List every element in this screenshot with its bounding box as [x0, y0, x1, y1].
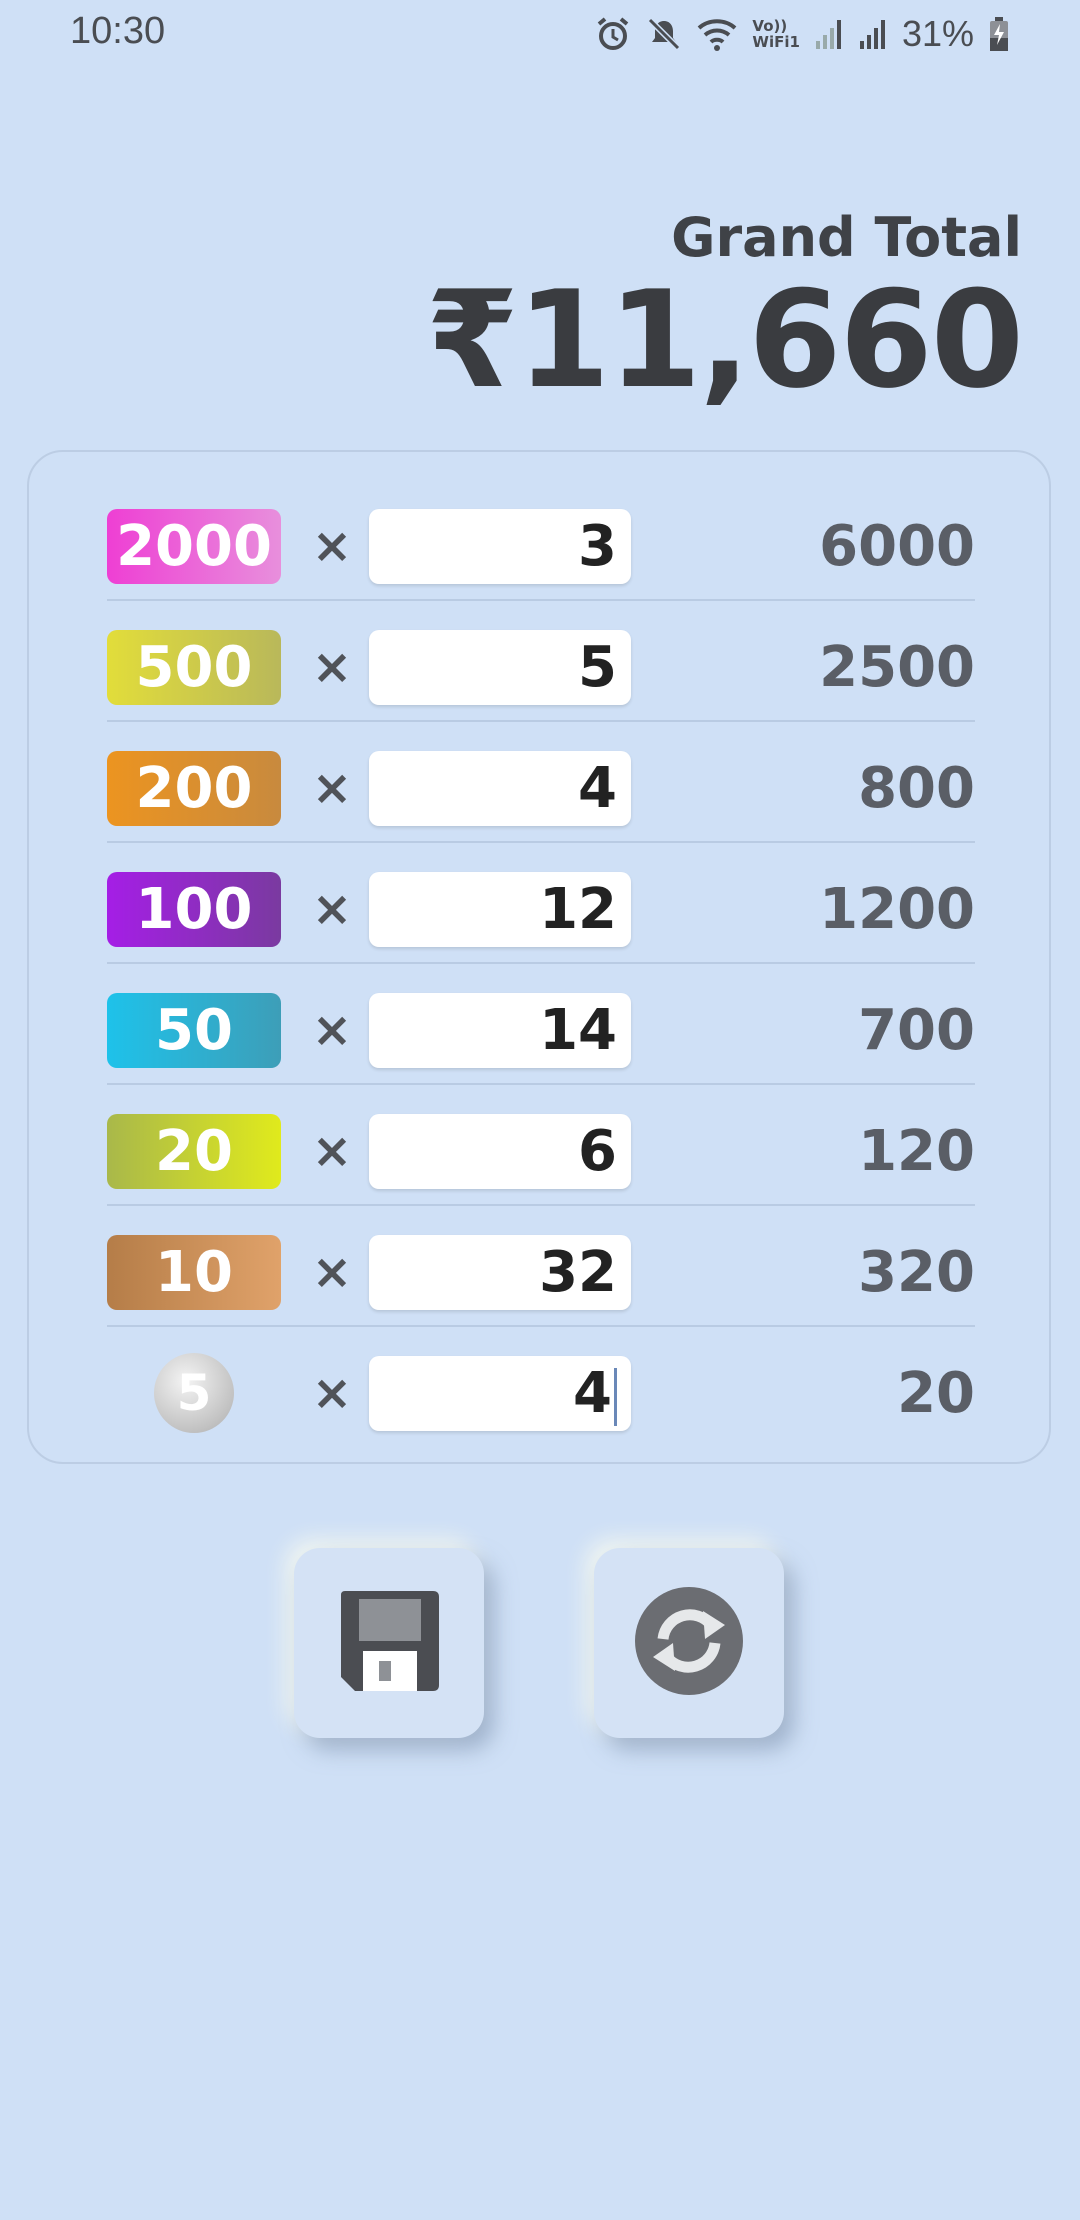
multiply-icon: × — [311, 1002, 353, 1058]
row-amount: 800 — [858, 756, 975, 821]
grand-total-label: Grand Total — [671, 206, 1022, 269]
denomination-row-50: 50 × 14 700 — [107, 964, 975, 1085]
multiply-icon: × — [311, 760, 353, 816]
multiply-icon: × — [311, 881, 353, 937]
battery-charging-icon — [988, 16, 1010, 52]
row-amount: 2500 — [819, 635, 975, 700]
alarm-icon — [594, 15, 632, 53]
note-badge: 20 — [107, 1114, 281, 1189]
note-badge: 500 — [107, 630, 281, 705]
grand-total: Grand Total ₹11,660 — [425, 206, 1024, 418]
multiply-icon: × — [311, 1244, 353, 1300]
multiply-icon: × — [311, 1123, 353, 1179]
status-icons: Vo)) WiFi1 31% — [594, 10, 1010, 58]
quantity-input[interactable]: 12 — [369, 872, 631, 947]
battery-percent: 31% — [901, 13, 974, 54]
quantity-input[interactable]: 14 — [369, 993, 631, 1068]
quantity-input-focused[interactable]: 4 — [369, 1356, 631, 1431]
row-amount: 6000 — [819, 514, 975, 579]
row-amount: 1200 — [819, 877, 975, 942]
denomination-row-5: 5 × 4 20 — [107, 1327, 975, 1448]
row-amount: 320 — [858, 1240, 975, 1305]
signal-icon — [858, 17, 888, 51]
denomination-row-2000: 2000 × 3 6000 — [107, 480, 975, 601]
quantity-input[interactable]: 32 — [369, 1235, 631, 1310]
coin-badge: 5 — [154, 1353, 234, 1433]
quantity-input[interactable]: 6 — [369, 1114, 631, 1189]
multiply-icon: × — [311, 639, 353, 695]
denomination-row-200: 200 × 4 800 — [107, 722, 975, 843]
denomination-row-500: 500 × 5 2500 — [107, 601, 975, 722]
denomination-card: 2000 × 3 6000 500 × 5 2500 200 × 4 800 1… — [27, 450, 1051, 1464]
quantity-input[interactable]: 5 — [369, 630, 631, 705]
note-badge: 50 — [107, 993, 281, 1068]
note-badge: 100 — [107, 872, 281, 947]
row-amount: 20 — [897, 1361, 975, 1426]
quantity-input[interactable]: 4 — [369, 751, 631, 826]
reset-button[interactable] — [594, 1548, 784, 1738]
status-bar: 10:30 Vo)) WiFi1 31% — [0, 0, 1080, 70]
note-badge: 2000 — [107, 509, 281, 584]
note-badge: 10 — [107, 1235, 281, 1310]
note-badge: 200 — [107, 751, 281, 826]
denomination-row-10: 10 × 32 320 — [107, 1206, 975, 1327]
status-time: 10:30 — [70, 10, 166, 52]
quantity-input[interactable]: 3 — [369, 509, 631, 584]
multiply-icon: × — [311, 1365, 353, 1421]
row-amount: 700 — [858, 998, 975, 1063]
grand-total-value: ₹11,660 — [425, 262, 1024, 418]
mute-icon — [646, 16, 682, 52]
refresh-icon — [633, 1585, 745, 1701]
floppy-disk-icon — [333, 1585, 445, 1701]
wifi-calling-label: Vo)) WiFi1 — [752, 17, 800, 51]
denomination-row-100: 100 × 12 1200 — [107, 843, 975, 964]
quantity-value: 4 — [573, 1361, 612, 1426]
signal-icon — [814, 17, 844, 51]
save-button[interactable] — [294, 1548, 484, 1738]
denomination-row-20: 20 × 6 120 — [107, 1085, 975, 1206]
multiply-icon: × — [311, 518, 353, 574]
wifi-icon — [696, 16, 738, 52]
text-cursor — [614, 1367, 617, 1426]
row-amount: 120 — [858, 1119, 975, 1184]
